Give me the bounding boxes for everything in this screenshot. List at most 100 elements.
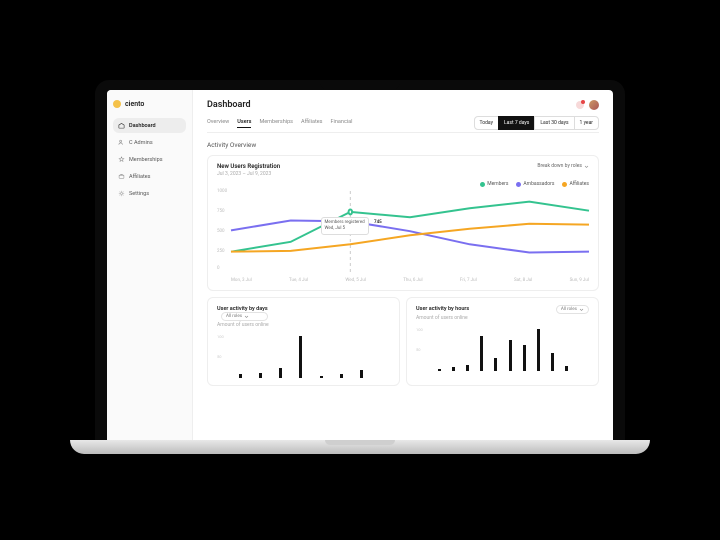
bar-chart: 100 50 (416, 325, 589, 371)
brand-logo-icon (113, 100, 121, 108)
content-tabs: Overview Users Memberships Affiliates Fi… (207, 119, 353, 128)
legend-label: Ambassadors (523, 181, 554, 187)
sidebar-item-memberships[interactable]: Memberships (113, 152, 186, 167)
line-chart: 1000 750 500 250 0 Members registered We… (217, 191, 589, 283)
briefcase-icon (118, 173, 125, 180)
bar (279, 368, 282, 378)
range-1y[interactable]: 1 year (574, 116, 599, 130)
chevron-down-icon (579, 307, 584, 312)
x-tick: Fri, 7 Jul (460, 278, 477, 283)
plot-area (428, 325, 589, 371)
avatar[interactable] (589, 100, 599, 110)
legend-label: Members (487, 181, 508, 187)
tab-financial[interactable]: Financial (331, 119, 353, 128)
y-tick: 250 (217, 249, 225, 254)
x-tick: Thu, 6 Jul (403, 278, 422, 283)
bar (480, 336, 483, 371)
laptop-bezel: ciento Dashboard C Admins Memberships (95, 80, 625, 440)
bar (299, 336, 302, 378)
range-7d[interactable]: Last 7 days (498, 116, 535, 130)
tab-memberships[interactable]: Memberships (259, 119, 293, 128)
chart-date-range: Jul 3, 2023 – Jul 9, 2023 (217, 171, 280, 177)
tab-overview[interactable]: Overview (207, 119, 229, 128)
legend-label: Affiliates (569, 181, 589, 187)
bar (494, 358, 497, 371)
time-range: Today Last 7 days Last 30 days 1 year (475, 116, 599, 130)
notification-icon[interactable] (576, 101, 584, 109)
roles-filter[interactable]: All roles (556, 305, 589, 314)
main: Dashboard Overview Users Memberships Aff… (193, 90, 613, 440)
brand[interactable]: ciento (113, 100, 186, 108)
bar (452, 367, 455, 371)
y-tick: 500 (217, 229, 225, 234)
users-icon (118, 139, 125, 146)
chart-tooltip: Members registered Wed, Jul 5 745 (321, 217, 369, 235)
bar (438, 369, 441, 371)
x-tick: Sat, 8 Jul (514, 278, 532, 283)
tab-affiliates[interactable]: Affiliates (301, 119, 323, 128)
sidebar-item-dashboard[interactable]: Dashboard (113, 118, 186, 133)
breakdown-toggle[interactable]: Break down by roles (537, 163, 589, 169)
range-today[interactable]: Today (474, 116, 499, 130)
tab-users[interactable]: Users (237, 119, 251, 128)
plot-area: Members registered Wed, Jul 5 745 (231, 191, 589, 273)
sidebar-item-admins[interactable]: C Admins (113, 135, 186, 150)
bar (360, 370, 363, 378)
range-30d[interactable]: Last 30 days (534, 116, 574, 130)
roles-filter[interactable]: All roles (221, 312, 268, 321)
page-title: Dashboard (207, 100, 251, 110)
sidebar-item-settings[interactable]: Settings (113, 186, 186, 201)
bar (466, 365, 469, 371)
bar (523, 345, 526, 371)
x-tick: Sun, 9 Jul (570, 278, 589, 283)
tooltip-date: Wed, Jul 5 (325, 226, 365, 232)
small-chart-title: User activity by hours (416, 306, 469, 312)
chart-title: New Users Registration (217, 163, 280, 170)
x-axis: Mon, 3 Jul Tue, 4 Jul Wed, 5 Jul Thu, 6 … (231, 278, 589, 283)
plot-area (229, 332, 390, 378)
chevron-down-icon (584, 164, 589, 169)
tooltip-label: Members registered (325, 220, 365, 226)
sidebar-item-label: Dashboard (129, 123, 156, 129)
y-tick: 1000 (217, 189, 227, 194)
bar (537, 329, 540, 371)
small-chart-subtitle: Amount of users online (217, 322, 390, 328)
y-tick: 750 (217, 209, 225, 214)
legend-swatch (516, 182, 521, 187)
y-tick: 50 (217, 354, 222, 359)
laptop-notch (320, 80, 400, 90)
x-tick: Mon, 3 Jul (231, 278, 252, 283)
bar-chart: 100 50 (217, 332, 390, 378)
section-title: Activity Overview (207, 141, 599, 149)
laptop-frame: ciento Dashboard C Admins Memberships (95, 80, 625, 440)
small-chart-subtitle: Amount of users online (416, 315, 589, 321)
home-icon (118, 122, 125, 129)
y-tick: 0 (217, 266, 220, 271)
small-chart-title: User activity by days (217, 306, 268, 312)
bar (259, 373, 262, 378)
activity-hours-card: User activity by hours All roles Amount … (406, 297, 599, 386)
bar (565, 366, 568, 371)
registration-chart-card: New Users Registration Jul 3, 2023 – Jul… (207, 155, 599, 291)
chart-legend: Members Ambassadors Affiliates (217, 181, 589, 187)
bar (320, 376, 323, 378)
laptop-deck (70, 440, 650, 454)
sidebar-item-affiliates[interactable]: Affiliates (113, 169, 186, 184)
legend-swatch (562, 182, 567, 187)
tooltip-value: 745 (374, 220, 382, 226)
bar (509, 340, 512, 371)
y-tick: 100 (217, 334, 224, 339)
chevron-down-icon (244, 314, 249, 319)
x-tick: Tue, 4 Jul (289, 278, 308, 283)
x-tick: Wed, 5 Jul (345, 278, 366, 283)
sidebar-item-label: Memberships (129, 157, 163, 163)
activity-days-card: User activity by days All roles Amount o… (207, 297, 400, 386)
sidebar-item-label: Settings (129, 191, 149, 197)
legend-swatch (480, 182, 485, 187)
bar (239, 374, 242, 378)
brand-name: ciento (125, 100, 144, 108)
breakdown-label: Break down by roles (537, 163, 582, 169)
app-screen: ciento Dashboard C Admins Memberships (107, 90, 613, 440)
y-tick: 100 (416, 327, 423, 332)
star-icon (118, 156, 125, 163)
